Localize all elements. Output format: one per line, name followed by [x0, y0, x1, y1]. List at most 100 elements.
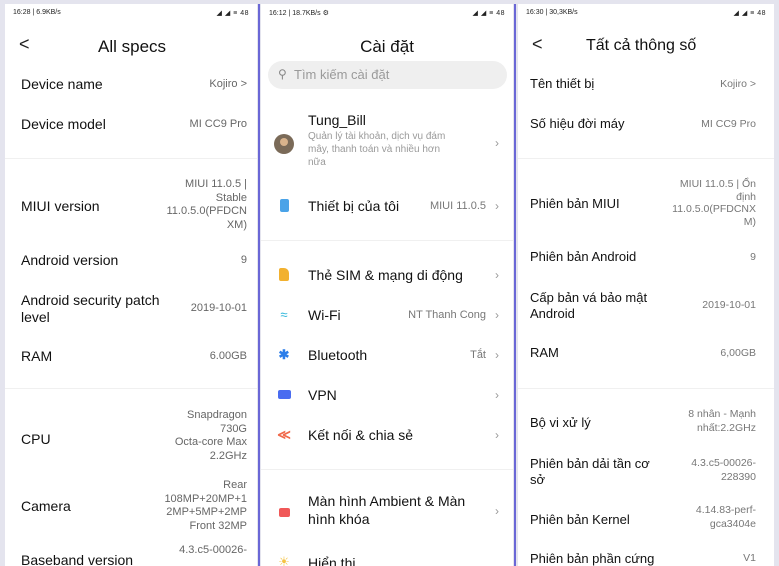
settings-item-value: Tắt — [470, 349, 486, 361]
spec-row-miui-version: Phiên bản MIUI MIUI 11.0.5 | Ổn định 11.… — [518, 174, 774, 234]
settings-item-vpn[interactable]: VPN › — [261, 380, 513, 410]
spec-label: RAM — [21, 348, 53, 364]
spec-row-device-model: Số hiệu đời máy MI CC9 Pro — [518, 112, 774, 138]
spec-row-android-version: Android version 9 — [5, 249, 257, 273]
spec-label: Cấp bản vá bảo mật Android — [530, 290, 648, 321]
spec-row-device-name[interactable]: Tên thiết bị Kojiro > — [518, 72, 774, 98]
spec-label: Device name — [21, 76, 103, 92]
settings-item-sim[interactable]: Thẻ SIM & mạng di động › — [261, 260, 513, 290]
search-icon: ⚲ — [278, 67, 287, 81]
spec-row-cpu: Bộ vi xử lý 8 nhân - Mạnh nhất:2.2GHz — [518, 406, 774, 440]
spec-row-ram: RAM 6,00GB — [518, 342, 774, 366]
settings-item-label: Wi-Fi — [308, 307, 341, 323]
wifi-icon: ≈ — [280, 307, 288, 322]
spec-label: Android security patch level — [21, 292, 160, 325]
spec-label: MIUI version — [21, 198, 100, 214]
spec-label: RAM — [530, 345, 559, 360]
spec-row-cpu: CPU Snapdragon 730G Octa-core Max 2.2GHz — [5, 409, 257, 469]
spec-value: 4.14.83-perf- gca3404e — [695, 504, 756, 530]
chevron-right-icon: › — [495, 388, 499, 402]
account-row[interactable]: Tung_Bill Quản lý tài khoản, dịch vụ đám… — [261, 108, 513, 178]
spec-row-baseband: Phiên bản dải tần cơ sở 4.3.c5-00026- 22… — [518, 454, 774, 490]
spec-value: 4.3.c5-00026- 228390 — [691, 457, 756, 483]
chevron-right-icon: › — [495, 308, 499, 322]
spec-label: Phiên bản phần cứng — [530, 551, 655, 566]
spec-value: MIUI 11.0.5 | Stable 11.0.5.0(PFDCN XM) — [166, 178, 248, 231]
status-bar: 16:30 | 30,3KB/s ◢ ◢ ≡ 48 — [526, 9, 766, 21]
divider — [5, 388, 257, 389]
spec-row-camera: Camera Rear 108MP+20MP+1 2MP+5MP+2MP Fro… — [5, 476, 257, 536]
status-bar: 16:28 | 6.9KB/s ◢ ◢ ≡ 48 — [13, 9, 249, 21]
spec-row-device-name[interactable]: Device name Kojiro > — [5, 72, 257, 98]
status-bar: 16:12 | 18.7KB/s ⚙ ◢ ◢ ≡ 48 — [269, 9, 505, 21]
spec-value: MIUI 11.0.5 | Ổn định 11.0.5.0(PFDCNX M) — [672, 178, 756, 228]
spec-value: V1 — [743, 552, 756, 564]
bluetooth-icon: ✱ — [278, 347, 290, 362]
settings-item-lock-screen[interactable]: Màn hình Ambient & Màn hình khóa › — [261, 490, 513, 534]
spec-value: MI CC9 Pro — [701, 118, 756, 130]
back-icon[interactable]: < — [19, 34, 30, 55]
spec-value: 2019-10-01 — [190, 302, 247, 314]
settings-item-label: Hiển thị — [308, 555, 356, 566]
chevron-right-icon: › — [495, 428, 499, 442]
account-subtitle: Quản lý tài khoản, dịch vụ đám mây, than… — [308, 131, 446, 168]
settings-item-value: NT Thanh Cong — [408, 309, 486, 321]
settings-item-connection-sharing[interactable]: ≪ Kết nối & chia sẻ › — [261, 420, 513, 450]
spec-value: 9 — [750, 251, 756, 263]
page-title: All specs — [98, 37, 167, 56]
spec-row-baseband: Baseband version 4.3.c5-00026- — [5, 544, 257, 566]
back-icon[interactable]: < — [532, 34, 543, 55]
vpn-icon — [277, 388, 291, 402]
spec-value: Snapdragon 730G Octa-core Max 2.2GHz — [174, 409, 247, 462]
spec-label: Tên thiết bị — [530, 76, 595, 91]
status-time: 16:28 | 6.9KB/s — [13, 9, 61, 16]
spec-label: Android version — [21, 252, 119, 268]
spec-label: Baseband version — [21, 552, 134, 566]
avatar — [274, 134, 294, 154]
divider — [518, 158, 774, 159]
search-bar[interactable]: ⚲ Tìm kiếm cài đặt — [268, 61, 507, 89]
spec-value: 6.00GB — [209, 350, 247, 362]
spec-label: Camera — [21, 498, 71, 514]
spec-label: Số hiệu đời máy — [530, 116, 625, 131]
spec-row-security-patch: Android security patch level 2019-10-01 — [5, 290, 257, 330]
divider — [261, 469, 513, 470]
spec-value: MI CC9 Pro — [189, 118, 247, 130]
settings-item-label: Kết nối & chia sẻ — [308, 427, 414, 443]
page-title: Cài đặt — [360, 37, 414, 56]
all-specs-screen-vi: 16:30 | 30,3KB/s ◢ ◢ ≡ 48 < Tất cả thông… — [518, 4, 774, 566]
settings-item-label: Bluetooth — [308, 347, 368, 363]
panel-divider — [258, 4, 260, 566]
spec-value: Kojiro > — [209, 78, 247, 90]
spec-row-device-model: Device model MI CC9 Pro — [5, 112, 257, 138]
settings-item-display[interactable]: ☀ Hiển thị — [261, 549, 513, 566]
spec-row-ram: RAM 6.00GB — [5, 345, 257, 369]
spec-row-android-version: Phiên bản Android 9 — [518, 246, 774, 270]
spec-value: 8 nhân - Mạnh nhất:2.2GHz — [688, 408, 756, 434]
settings-item-wifi[interactable]: ≈ Wi-Fi NT Thanh Cong › — [261, 300, 513, 330]
spec-label: Phiên bản MIUI — [530, 196, 620, 211]
chevron-right-icon: › — [495, 504, 499, 518]
chevron-right-icon: › — [495, 348, 499, 362]
spec-value: Rear 108MP+20MP+1 2MP+5MP+2MP Front 32MP — [164, 479, 247, 532]
settings-item-my-device[interactable]: Thiết bị của tôi MIUI 11.0.5 › — [261, 191, 513, 221]
spec-row-miui-version: MIUI version MIUI 11.0.5 | Stable 11.0.5… — [5, 174, 257, 240]
divider — [261, 240, 513, 241]
spec-label: Device model — [21, 116, 106, 132]
settings-item-value: MIUI 11.0.5 — [429, 200, 486, 212]
spec-label: Phiên bản dải tần cơ sở — [530, 456, 650, 487]
share-icon: ≪ — [277, 427, 291, 442]
divider — [5, 158, 257, 159]
spec-row-security-patch: Cấp bản vá bảo mật Android 2019-10-01 — [518, 288, 774, 326]
chevron-right-icon: › — [495, 199, 499, 213]
spec-label: CPU — [21, 431, 51, 447]
settings-item-label: VPN — [308, 387, 337, 403]
phone-icon — [277, 199, 291, 213]
status-time: 16:12 | 18.7KB/s ⚙ — [269, 10, 329, 17]
spec-label: Phiên bản Android — [530, 249, 637, 264]
settings-item-bluetooth[interactable]: ✱ Bluetooth Tắt › — [261, 340, 513, 370]
settings-item-label: Màn hình Ambient & Màn hình khóa — [308, 493, 466, 527]
status-icons: ◢ ◢ ≡ 48 — [472, 10, 505, 17]
spec-row-kernel: Phiên bản Kernel 4.14.83-perf- gca3404e — [518, 504, 774, 534]
spec-value: 6,00GB — [720, 347, 756, 359]
